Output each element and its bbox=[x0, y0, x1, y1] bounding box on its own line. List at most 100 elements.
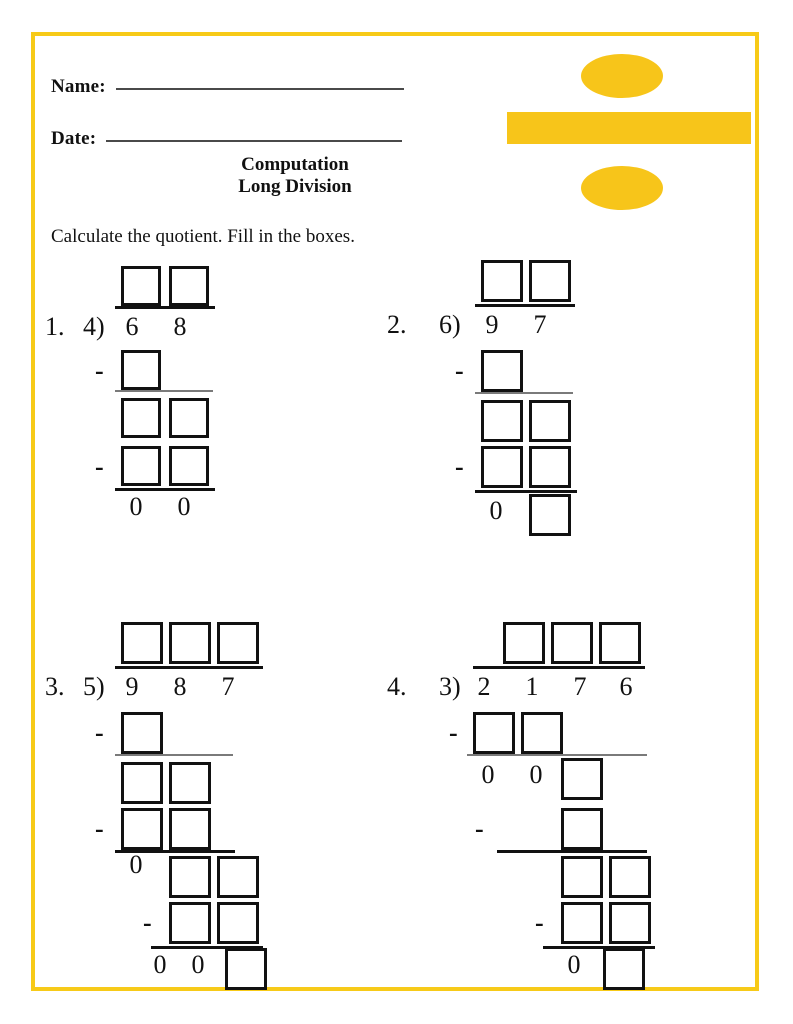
minus-sign: - bbox=[95, 718, 104, 747]
date-field-row: Date: bbox=[51, 128, 403, 150]
worksheet-page: Name: Date: Computation Long Division Ca… bbox=[31, 32, 759, 991]
subtraction-rule bbox=[115, 488, 215, 491]
subtraction-rule bbox=[475, 392, 573, 394]
problem-number: 1. bbox=[45, 312, 65, 341]
name-field-row: Name: bbox=[51, 76, 404, 98]
subtraction-rule bbox=[115, 754, 233, 756]
quotient-box[interactable] bbox=[599, 622, 641, 664]
dividend-digit: 6 bbox=[619, 672, 633, 701]
vinculum bbox=[475, 304, 575, 307]
work-box[interactable] bbox=[121, 808, 163, 850]
work-box[interactable] bbox=[481, 400, 523, 442]
work-box[interactable] bbox=[529, 400, 571, 442]
result-zero: 0 bbox=[153, 950, 167, 979]
work-box[interactable] bbox=[217, 856, 259, 898]
quotient-box[interactable] bbox=[503, 622, 545, 664]
date-label: Date: bbox=[51, 128, 97, 149]
minus-sign: - bbox=[449, 718, 458, 747]
quotient-box[interactable] bbox=[529, 260, 571, 302]
result-zero: 0 bbox=[191, 950, 205, 979]
result-zero: 0 bbox=[567, 950, 581, 979]
divide-icon-bottom-dot bbox=[581, 166, 667, 214]
quotient-box[interactable] bbox=[169, 622, 211, 664]
problem-number: 2. bbox=[387, 310, 407, 339]
work-box[interactable] bbox=[121, 712, 163, 754]
work-box[interactable] bbox=[217, 902, 259, 944]
result-zero: 0 bbox=[481, 760, 495, 789]
vinculum bbox=[115, 306, 215, 309]
minus-sign: - bbox=[95, 356, 104, 385]
work-box[interactable] bbox=[561, 808, 603, 850]
work-box[interactable] bbox=[169, 446, 209, 486]
minus-sign: - bbox=[455, 356, 464, 385]
work-box[interactable] bbox=[169, 808, 211, 850]
work-box[interactable] bbox=[121, 398, 161, 438]
divisor: 6) bbox=[439, 310, 461, 339]
quotient-box[interactable] bbox=[481, 260, 523, 302]
remainder-box[interactable] bbox=[529, 494, 571, 536]
problem-number: 3. bbox=[45, 672, 65, 701]
work-box[interactable] bbox=[529, 446, 571, 488]
divide-icon-top-dot bbox=[581, 54, 667, 102]
problem-4: 4. 3) 2 1 7 6 - 0 0 - - 0 bbox=[387, 622, 717, 990]
minus-sign: - bbox=[535, 908, 544, 937]
dividend-digit: 8 bbox=[173, 312, 187, 341]
remainder-box[interactable] bbox=[603, 948, 645, 990]
quotient-box[interactable] bbox=[551, 622, 593, 664]
work-box[interactable] bbox=[121, 350, 161, 390]
work-box[interactable] bbox=[609, 902, 651, 944]
subtraction-rule bbox=[475, 490, 577, 493]
work-box[interactable] bbox=[561, 856, 603, 898]
minus-sign: - bbox=[95, 452, 104, 481]
work-box[interactable] bbox=[169, 902, 211, 944]
work-box[interactable] bbox=[481, 446, 523, 488]
remainder-box[interactable] bbox=[225, 948, 267, 990]
quotient-box[interactable] bbox=[121, 266, 161, 306]
result-zero: 0 bbox=[489, 496, 503, 525]
work-box[interactable] bbox=[521, 712, 563, 754]
result-zero: 0 bbox=[129, 850, 143, 879]
quotient-box[interactable] bbox=[169, 266, 209, 306]
problem-3: 3. 5) 9 8 7 - - 0 - 0 0 bbox=[45, 622, 375, 990]
minus-sign: - bbox=[475, 814, 484, 843]
quotient-box[interactable] bbox=[121, 622, 163, 664]
worksheet-header: Name: Date: Computation Long Division bbox=[35, 36, 755, 222]
work-box[interactable] bbox=[481, 350, 523, 392]
divide-icon bbox=[475, 44, 755, 214]
dividend-digit: 7 bbox=[573, 672, 587, 701]
quotient-box[interactable] bbox=[217, 622, 259, 664]
date-input-line[interactable] bbox=[106, 140, 403, 142]
work-box[interactable] bbox=[561, 758, 603, 800]
divide-icon-bar bbox=[507, 112, 755, 148]
title-line-1: Computation bbox=[241, 154, 349, 175]
name-input-line[interactable] bbox=[115, 88, 404, 90]
result-zero: 0 bbox=[177, 492, 191, 521]
divisor: 3) bbox=[439, 672, 461, 701]
vinculum bbox=[473, 666, 645, 669]
subtraction-rule bbox=[497, 850, 647, 853]
problem-2: 2. 6) 9 7 - - 0 bbox=[387, 254, 717, 604]
result-zero: 0 bbox=[129, 492, 143, 521]
dividend-digit: 7 bbox=[221, 672, 235, 701]
dividend-digit: 6 bbox=[125, 312, 139, 341]
divisor: 5) bbox=[83, 672, 105, 701]
work-box[interactable] bbox=[169, 762, 211, 804]
name-label: Name: bbox=[51, 76, 106, 97]
work-box[interactable] bbox=[561, 902, 603, 944]
dividend-digit: 9 bbox=[485, 310, 499, 339]
dividend-digit: 9 bbox=[125, 672, 139, 701]
subtraction-rule bbox=[115, 390, 213, 392]
work-box[interactable] bbox=[169, 398, 209, 438]
work-box[interactable] bbox=[169, 856, 211, 898]
minus-sign: - bbox=[455, 452, 464, 481]
page-title: Computation Long Division bbox=[145, 154, 445, 199]
minus-sign: - bbox=[143, 908, 152, 937]
work-box[interactable] bbox=[121, 446, 161, 486]
dividend-digit: 7 bbox=[533, 310, 547, 339]
divisor: 4) bbox=[83, 312, 105, 341]
work-box[interactable] bbox=[121, 762, 163, 804]
work-box[interactable] bbox=[473, 712, 515, 754]
work-box[interactable] bbox=[609, 856, 651, 898]
subtraction-rule bbox=[467, 754, 647, 756]
vinculum bbox=[115, 666, 263, 669]
